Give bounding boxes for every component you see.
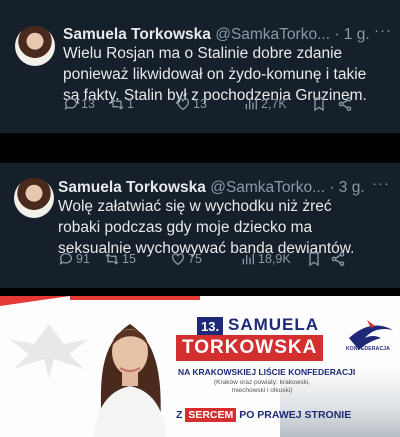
tweet-header: Samuela Torkowska @SamkaTorko... · 3 g. — [58, 179, 365, 197]
share-button[interactable] — [330, 251, 346, 267]
list-subtitle: NA KRAKOWSKIEJ LIŚCIE KONFEDERACJI — [178, 367, 356, 377]
views-button[interactable]: 2,7K — [243, 96, 287, 112]
share-icon — [331, 252, 345, 266]
tweet-1[interactable]: Samuela Torkowska @SamkaTorko... · 1 g. … — [0, 0, 400, 133]
candidate-number: 13. — [197, 317, 224, 336]
like-button[interactable]: 75 — [170, 251, 202, 267]
separator-dot: · — [334, 26, 340, 43]
candidate-first-name: SAMUELA — [228, 315, 320, 334]
views-icon — [242, 253, 254, 265]
views-count: 18,9K — [258, 252, 291, 266]
views-button[interactable]: 18,9K — [240, 251, 291, 267]
party-logo-text: KONFEDERACJA — [346, 346, 391, 352]
more-options-icon[interactable]: ··· — [374, 22, 392, 39]
reply-button[interactable]: 13 — [63, 96, 95, 112]
author-name[interactable]: Samuela Torkowska — [63, 26, 211, 43]
red-stripe-decoration — [70, 296, 200, 300]
tweet-time[interactable]: 3 g. — [339, 179, 365, 196]
slogan-highlight: SERCEM — [185, 408, 237, 422]
slogan-post: PO PRAWEJ STRONIE — [239, 409, 352, 421]
share-button[interactable] — [337, 96, 353, 112]
reply-icon — [64, 98, 77, 110]
views-count: 2,7K — [261, 97, 287, 111]
heart-icon — [172, 253, 184, 266]
avatar[interactable] — [14, 178, 54, 218]
tweet-time[interactable]: 1 g. — [344, 26, 370, 43]
slogan-pre: Z — [176, 409, 183, 421]
views-icon — [245, 98, 257, 110]
retweet-button[interactable]: 1 — [109, 96, 134, 112]
retweet-icon — [105, 253, 119, 265]
bookmark-button[interactable] — [306, 251, 322, 267]
author-handle[interactable]: @SamkaTorko... — [210, 179, 325, 196]
retweet-count: 1 — [127, 97, 134, 111]
reply-icon — [59, 253, 72, 265]
tweet-2[interactable]: Samuela Torkowska @SamkaTorko... · 3 g. … — [0, 163, 400, 288]
crowd-background — [280, 367, 400, 437]
like-button[interactable]: 13 — [175, 96, 207, 112]
retweet-icon — [110, 98, 124, 110]
avatar[interactable] — [15, 26, 55, 66]
tweet-header: Samuela Torkowska @SamkaTorko... · 1 g. — [63, 26, 370, 44]
bookmark-icon — [314, 97, 324, 112]
reply-button[interactable]: 91 — [58, 251, 90, 267]
slogan: Z SERCEM PO PRAWEJ STRONIE — [176, 408, 352, 422]
author-name[interactable]: Samuela Torkowska — [58, 179, 206, 196]
red-corner-decoration — [0, 296, 70, 306]
region-note: (Kraków oraz powiaty: krakowski, miechow… — [213, 379, 311, 394]
election-banner: 13. SAMUELA TORKOWSKA NA KRAKOWSKIEJ LIŚ… — [0, 296, 400, 437]
share-icon — [338, 97, 352, 111]
reply-count: 91 — [76, 252, 90, 266]
candidate-last-name: TORKOWSKA — [176, 335, 324, 361]
author-handle[interactable]: @SamkaTorko... — [215, 26, 330, 43]
heart-icon — [177, 98, 189, 111]
separator-dot: · — [329, 179, 335, 196]
bookmark-icon — [309, 252, 319, 267]
tweet-text: Wolę załatwiać się w wychodku niż żreć r… — [58, 198, 355, 257]
more-options-icon[interactable]: ··· — [372, 175, 390, 192]
like-count: 75 — [188, 252, 202, 266]
reply-count: 13 — [81, 97, 95, 111]
retweet-button[interactable]: 15 — [104, 251, 136, 267]
retweet-count: 15 — [122, 252, 136, 266]
eagle-watermark-icon — [9, 324, 89, 379]
like-count: 13 — [193, 97, 207, 111]
bookmark-button[interactable] — [311, 96, 327, 112]
candidate-photo — [94, 324, 166, 437]
